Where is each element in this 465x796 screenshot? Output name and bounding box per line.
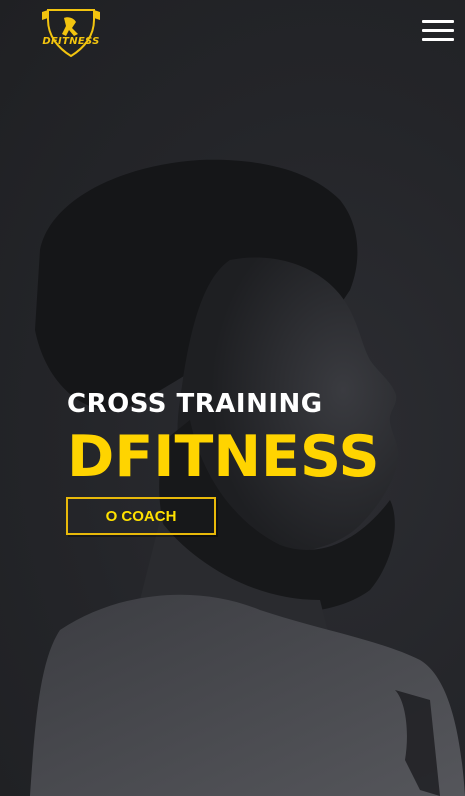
- hamburger-menu-icon[interactable]: [420, 18, 456, 44]
- coach-button[interactable]: O COACH: [66, 497, 216, 535]
- logo-text: DFITNESS: [42, 36, 100, 47]
- hero-title: DFITNESS: [67, 424, 380, 490]
- menu-line: [422, 20, 454, 23]
- menu-line: [422, 29, 454, 32]
- dfitness-logo[interactable]: DFITNESS: [36, 6, 106, 58]
- site-header: DFITNESS: [0, 0, 465, 70]
- hero-subtitle: CROSS TRAINING: [67, 389, 323, 419]
- hero-text: CROSS TRAINING DFITNESS: [67, 388, 380, 490]
- shield-icon: [42, 9, 100, 58]
- menu-line: [422, 38, 454, 41]
